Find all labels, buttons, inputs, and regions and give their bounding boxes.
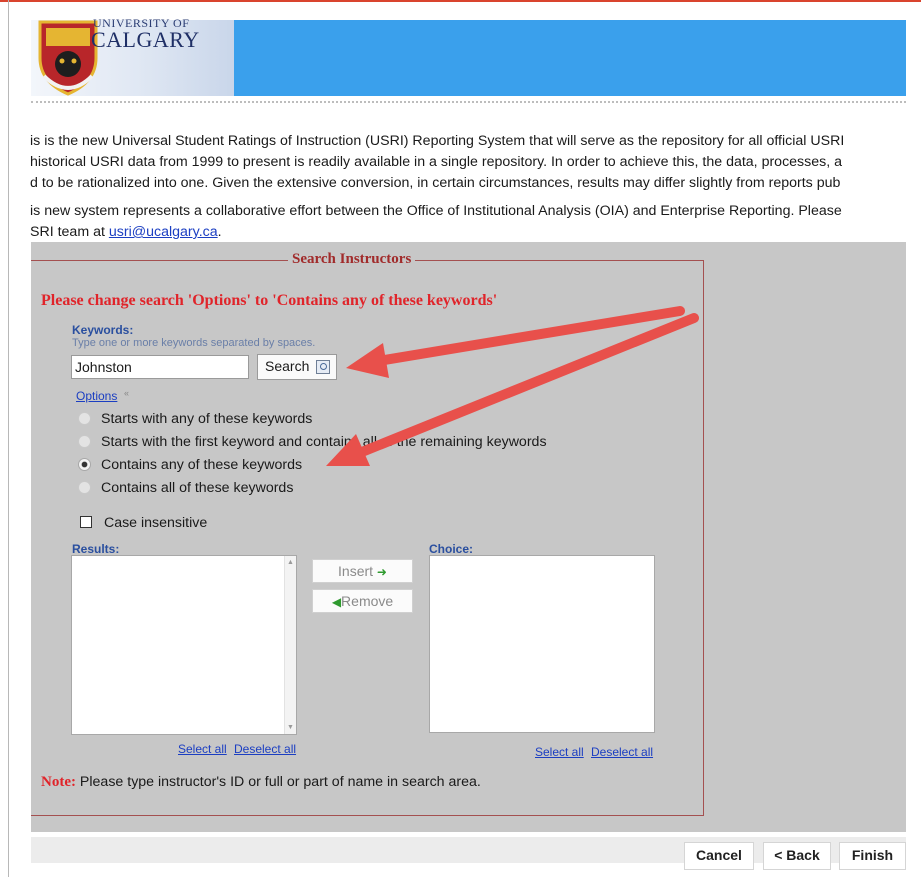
intro-line: is new system represents a collaborative… bbox=[30, 203, 842, 219]
intro-line: historical USRI data from 1999 to presen… bbox=[30, 154, 842, 170]
search-button-label: Search bbox=[265, 358, 310, 374]
results-deselect-all-link[interactable]: Deselect all bbox=[234, 742, 296, 756]
intro-line: is is the new Universal Student Ratings … bbox=[30, 133, 845, 149]
university-label-big: CALGARY bbox=[91, 27, 200, 52]
search-note: Note: Please type instructor's ID or ful… bbox=[41, 774, 481, 791]
arrow-right-icon: ➜ bbox=[376, 565, 387, 579]
note-text: Please type instructor's ID or full or p… bbox=[75, 774, 481, 790]
choice-deselect-all-link[interactable]: Deselect all bbox=[591, 745, 653, 759]
radio-label: Contains all of these keywords bbox=[101, 480, 294, 496]
results-scrollbar[interactable]: ▲ ▼ bbox=[284, 556, 296, 734]
case-insensitive-label: Case insensitive bbox=[103, 515, 208, 531]
intro-contact-suffix: . bbox=[217, 224, 222, 240]
radio-starts-with-any[interactable]: Starts with any of these keywords bbox=[78, 411, 312, 431]
options-link[interactable]: Options bbox=[76, 389, 117, 403]
remove-button[interactable]: ◀Remove bbox=[312, 589, 413, 613]
search-button[interactable]: Search bbox=[257, 354, 337, 380]
choice-label: Choice: bbox=[429, 542, 474, 556]
radio-button-icon[interactable] bbox=[78, 435, 91, 448]
magnifier-icon bbox=[316, 360, 330, 374]
results-listbox[interactable]: ▲ ▼ bbox=[71, 555, 297, 735]
cancel-button[interactable]: Cancel bbox=[684, 842, 754, 870]
search-instructors-fieldset: Search Instructors Please change search … bbox=[31, 251, 704, 816]
intro-contact-prefix: SRI team at bbox=[30, 224, 109, 240]
radio-button-selected-icon[interactable] bbox=[78, 458, 91, 471]
left-border bbox=[8, 0, 9, 877]
intro-line-contact: SRI team at usri@ucalgary.ca. bbox=[30, 222, 906, 243]
radio-button-icon[interactable] bbox=[78, 412, 91, 425]
header-banner: UNIVERSITY OF CALGARY bbox=[31, 16, 906, 96]
university-logo: UNIVERSITY OF CALGARY bbox=[31, 16, 234, 96]
radio-label: Contains any of these keywords bbox=[101, 457, 303, 473]
scroll-up-icon[interactable]: ▲ bbox=[287, 559, 294, 566]
finish-button[interactable]: Finish bbox=[839, 842, 906, 870]
note-label: Note: bbox=[41, 774, 76, 790]
top-border bbox=[0, 0, 921, 2]
arrow-left-icon: ◀ bbox=[331, 595, 342, 609]
radio-label: Starts with the first keyword and contai… bbox=[101, 434, 547, 450]
options-warning: Please change search 'Options' to 'Conta… bbox=[41, 292, 498, 309]
choice-listbox[interactable] bbox=[429, 555, 655, 733]
back-button[interactable]: < Back bbox=[763, 842, 831, 870]
radio-starts-with-first[interactable]: Starts with the first keyword and contai… bbox=[78, 434, 547, 454]
radio-label: Starts with any of these keywords bbox=[101, 411, 313, 427]
collapse-chevron-icon[interactable]: « bbox=[124, 388, 129, 398]
results-label: Results: bbox=[72, 542, 120, 556]
choice-select-all-link[interactable]: Select all bbox=[535, 745, 584, 759]
email-link[interactable]: usri@ucalgary.ca bbox=[109, 224, 218, 240]
keywords-label: Keywords: bbox=[72, 323, 134, 337]
dotted-separator bbox=[31, 101, 906, 103]
radio-contains-all[interactable]: Contains all of these keywords bbox=[78, 480, 293, 500]
radio-button-icon[interactable] bbox=[78, 481, 91, 494]
results-select-all-link[interactable]: Select all bbox=[178, 742, 227, 756]
intro-line: d to be rationalized into one. Given the… bbox=[30, 175, 841, 191]
checkbox-icon[interactable] bbox=[80, 516, 92, 528]
fieldset-legend: Search Instructors bbox=[288, 251, 416, 268]
case-insensitive-checkbox[interactable]: Case insensitive bbox=[80, 515, 207, 531]
remove-button-label: Remove bbox=[341, 593, 394, 609]
keywords-hint: Type one or more keywords separated by s… bbox=[72, 337, 316, 349]
radio-contains-any[interactable]: Contains any of these keywords bbox=[78, 457, 302, 477]
insert-button-label: Insert bbox=[338, 563, 374, 579]
scroll-down-icon[interactable]: ▼ bbox=[287, 724, 294, 731]
keywords-input[interactable] bbox=[71, 355, 249, 379]
intro-text: is is the new Universal Student Ratings … bbox=[30, 131, 906, 243]
insert-button[interactable]: Insert ➜ bbox=[312, 559, 413, 583]
